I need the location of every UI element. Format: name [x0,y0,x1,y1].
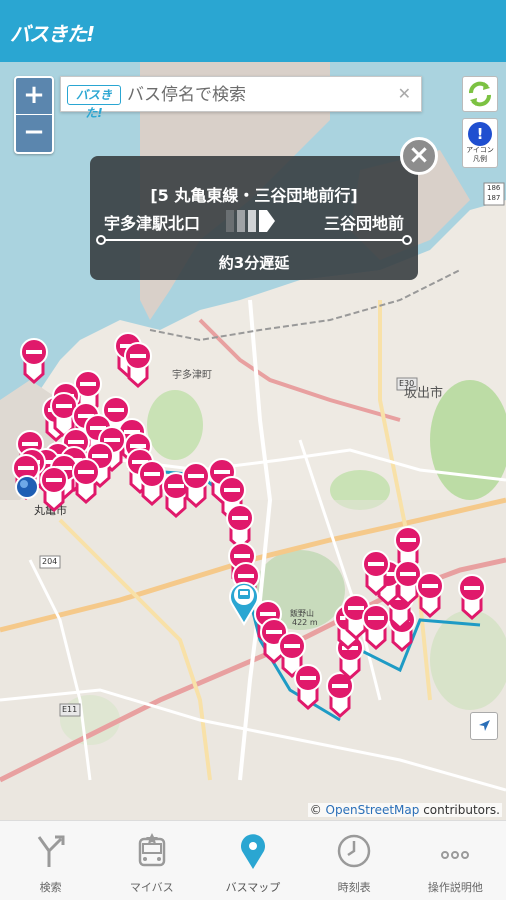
popup-to-stop: 三谷団地前 [323,214,404,233]
nav-timetable[interactable]: 時刻表 [304,821,405,900]
refresh-button[interactable] [462,76,498,112]
bus-stop-marker[interactable] [182,462,210,509]
nav-label-timetable: 時刻表 [337,881,371,894]
attribution-suffix: contributors. [423,803,500,817]
bus-info-popup: [5 丸亀東線・三谷団地前行] 宇多津駅北口 三谷団地前 約3分遅延 [90,156,418,280]
map-pin-icon [240,834,265,869]
direction-arrow-icon [226,210,275,232]
station-marker-icon[interactable] [14,474,40,500]
popup-end-dot [402,235,412,245]
refresh-icon [469,81,491,107]
attribution-prefix: © [309,803,322,817]
info-icon: ! [468,122,492,146]
locate-button[interactable] [470,712,498,740]
bus-stop-marker[interactable] [362,550,390,597]
legend-label-1: アイコン [466,146,494,154]
bus-stop-marker[interactable] [226,504,254,551]
bus-stop-marker[interactable] [40,466,68,513]
bottom-navigation: 検索 マイバス バスマップ 時刻表 操作説明他 [0,820,506,900]
bus-stop-marker[interactable] [416,572,444,619]
clock-icon [337,834,371,868]
bus-stop-marker[interactable] [326,672,354,719]
bus-stop-marker[interactable] [362,604,390,651]
nav-busmap[interactable]: バスマップ [202,821,303,900]
popup-progress-line [100,239,408,241]
bus-stop-marker[interactable] [20,338,48,385]
nav-label-help: 操作説明他 [427,881,483,894]
bus-stop-marker[interactable] [294,664,322,711]
nav-mybus[interactable]: マイバス [101,821,202,900]
legend-label-2: 凡例 [473,155,487,163]
clear-icon[interactable]: ✕ [398,84,411,103]
zoom-out-button[interactable]: − [16,115,52,152]
nav-search[interactable]: 検索 [0,821,101,900]
bus-stop-marker[interactable] [138,460,166,507]
route-search-icon [37,835,65,867]
osm-link[interactable]: OpenStreetMap [326,803,420,817]
legend-button[interactable]: ! アイコン 凡例 [462,118,498,168]
search-logo: バスきた! [67,85,121,120]
popup-start-dot [96,235,106,245]
nav-label-search: 検索 [39,881,62,894]
nav-help[interactable]: 操作説明他 [405,821,506,900]
app-header: バスきた! [0,0,506,62]
nav-label-busmap: バスマップ [225,881,281,894]
popup-from-stop: 宇多津駅北口 [104,214,201,233]
app-logo: バスきた! [10,22,95,46]
search-input[interactable] [127,81,387,109]
zoom-control: + − [14,76,54,154]
current-bus-icon[interactable] [228,578,260,626]
bus-stop-marker[interactable] [458,574,486,621]
map-attribution: © OpenStreetMap contributors. [307,803,502,817]
search-bar: バスきた! ✕ [60,76,422,120]
zoom-in-button[interactable]: + [16,78,52,115]
popup-delay-status: 約3分遅延 [218,254,290,272]
bus-stop-marker[interactable] [72,458,100,505]
more-icon [441,851,470,859]
nav-label-mybus: マイバス [129,881,174,894]
popup-route: [5 丸亀東線・三谷団地前行] [150,186,358,205]
bus-stop-marker[interactable] [124,342,152,389]
my-bus-icon [138,833,166,867]
close-popup-button[interactable]: × [400,137,438,175]
location-arrow-icon [479,720,490,731]
